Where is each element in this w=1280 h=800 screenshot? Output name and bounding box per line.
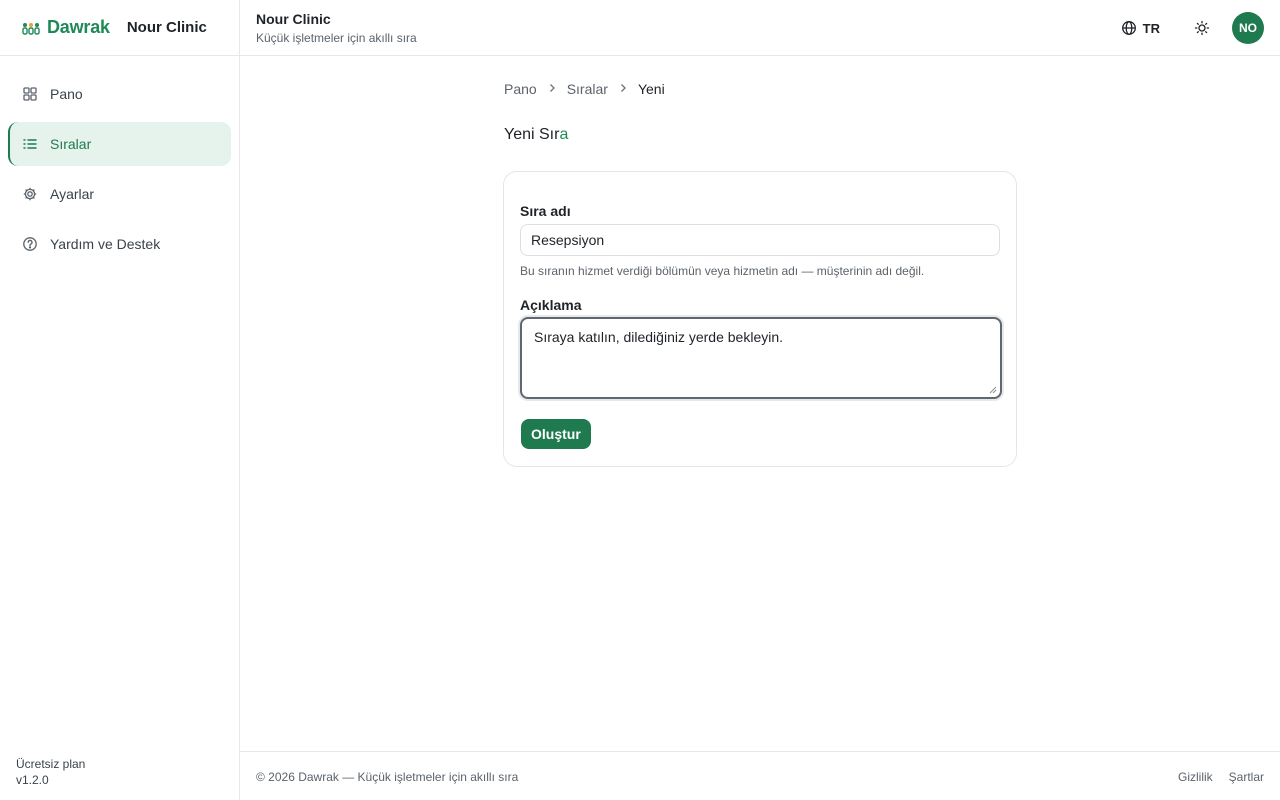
chevron-right-icon [547, 82, 557, 96]
gear-icon [22, 186, 38, 202]
queue-name-input[interactable]: Resepsiyon [520, 224, 1000, 256]
description-value: Sıraya katılın, dilediğiniz yerde bekley… [534, 329, 784, 345]
description-label: Açıklama [520, 297, 582, 313]
sidebar-item-yardim[interactable]: Yardım ve Destek [8, 222, 231, 266]
list-icon [22, 136, 38, 152]
resize-handle-icon[interactable] [989, 386, 997, 394]
page-title: Yeni Sıra [504, 126, 568, 144]
sidebar: Dawrak Nour Clinic Pano Sıralar Ayarlar … [0, 0, 240, 800]
clinic-name: Nour Clinic [126, 19, 207, 36]
footer: © 2026 Dawrak — Küçük işletmeler için ak… [240, 751, 1280, 800]
logo-text: Dawrak [47, 17, 110, 37]
plan-name: Ücretsiz plan [16, 757, 86, 771]
sidebar-item-label: Yardım ve Destek [50, 236, 161, 252]
breadcrumb-item-pano[interactable]: Pano [504, 81, 537, 97]
queue-name-label: Sıra adı [520, 203, 571, 219]
queue-name-hint: Bu sıranın hizmet verdiği bölümün veya h… [520, 264, 925, 278]
page-title-main: Yeni Sır [504, 126, 560, 143]
user-avatar[interactable]: NO [1232, 12, 1264, 44]
chevron-right-icon [618, 82, 628, 96]
footer-link-terms[interactable]: Şartlar [1229, 770, 1264, 784]
language-label: TR [1142, 20, 1160, 36]
sidebar-item-pano[interactable]: Pano [8, 72, 231, 116]
main-content: Pano Sıralar Yeni Yeni Sıra Sıra adı Res… [240, 56, 1280, 751]
breadcrumb-item-current: Yeni [637, 81, 665, 97]
header-title: Nour Clinic [256, 11, 331, 27]
sidebar-item-label: Ayarlar [50, 186, 95, 202]
description-textarea[interactable]: Sıraya katılın, dilediğiniz yerde bekley… [520, 317, 1002, 399]
language-switcher[interactable]: TR [1113, 12, 1168, 44]
logo[interactable]: Dawrak [22, 17, 110, 38]
sun-icon [1194, 20, 1210, 36]
plan-info: Ücretsiz plan v1.2.0 [16, 756, 85, 788]
create-button[interactable]: Oluştur [521, 419, 591, 449]
footer-link-privacy[interactable]: Gizlilik [1178, 770, 1213, 784]
breadcrumb: Pano Sıralar Yeni [504, 81, 665, 97]
globe-icon [1121, 21, 1136, 35]
sidebar-item-label: Pano [50, 86, 83, 102]
sidebar-nav: Pano Sıralar Ayarlar Yardım ve Destek [0, 56, 239, 288]
dashboard-icon [22, 86, 38, 102]
page-title-accent: a [559, 126, 569, 143]
sidebar-item-label: Sıralar [50, 136, 92, 152]
sidebar-item-ayarlar[interactable]: Ayarlar [8, 172, 231, 216]
header-subtitle: Küçük işletmeler için akıllı sıra [256, 31, 417, 45]
breadcrumb-item-siralar[interactable]: Sıralar [567, 81, 608, 97]
footer-copyright: © 2026 Dawrak — Küçük işletmeler için ak… [256, 770, 519, 784]
brand-header: Dawrak Nour Clinic [0, 0, 239, 56]
new-queue-form: Sıra adı Resepsiyon Bu sıranın hizmet ve… [503, 171, 1017, 467]
top-bar: Nour Clinic Küçük işletmeler için akıllı… [240, 0, 1280, 56]
header-actions: TR NO [1113, 12, 1264, 44]
queue-name-value: Resepsiyon [531, 232, 605, 248]
help-icon [22, 236, 38, 252]
people-logo-icon [22, 22, 40, 35]
footer-links: Gizlilik Şartlar [1178, 770, 1264, 784]
app-version: v1.2.0 [16, 773, 49, 787]
theme-toggle-button[interactable] [1186, 12, 1218, 44]
sidebar-item-siralar[interactable]: Sıralar [8, 122, 231, 166]
